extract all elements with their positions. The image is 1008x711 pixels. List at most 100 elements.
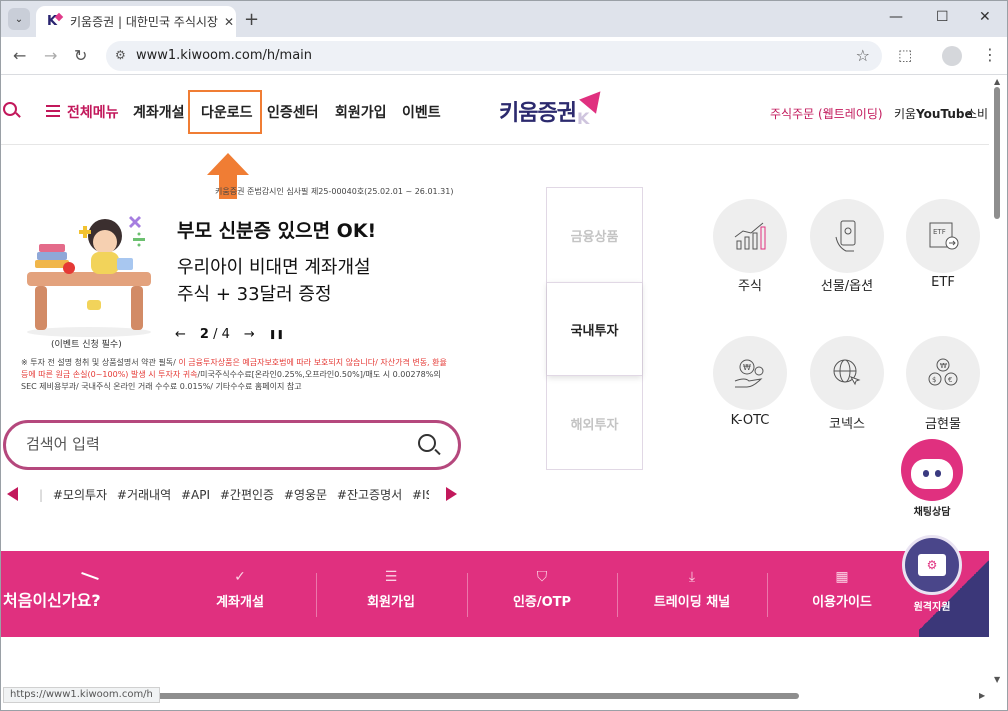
- search-icon[interactable]: [3, 102, 17, 116]
- quick-menu-band: 처음이신가요? ✓ 계좌개설 ☰ 회원가입 ⛉ 인증/OTP ⤓ 트레이딩 채널: [1, 551, 991, 637]
- nav-signup[interactable]: 회원가입: [335, 102, 387, 122]
- quick-account-open[interactable]: ✓ 계좌개설: [165, 569, 315, 619]
- scroll-right-icon[interactable]: ▶: [979, 691, 985, 700]
- tag-next-icon[interactable]: [446, 487, 457, 501]
- logo-k: K: [577, 109, 590, 128]
- product-label-konex[interactable]: 코넥스: [810, 413, 884, 432]
- remote-support-icon[interactable]: ⚙: [902, 535, 962, 595]
- plus-icon[interactable]: +: [244, 9, 259, 30]
- url-text[interactable]: www1.kiwoom.com/h/main: [136, 48, 312, 63]
- close-window-icon[interactable]: ✕: [979, 9, 991, 25]
- pause-icon[interactable]: ❚❚: [269, 330, 284, 340]
- forward-icon[interactable]: →: [44, 46, 57, 65]
- search-icon[interactable]: [418, 434, 436, 452]
- nav-extra[interactable]: 소비: [966, 105, 988, 122]
- youtube-prefix: 키움: [894, 107, 917, 121]
- download-icon: ⤓: [688, 569, 696, 585]
- hashtag[interactable]: #잔고증명서: [337, 488, 402, 502]
- tab-search-icon[interactable]: ⌄: [8, 8, 30, 30]
- product-label-gold[interactable]: 금현물: [906, 413, 980, 432]
- more-icon[interactable]: ⋮: [982, 45, 998, 64]
- coins-icon: ₩ $ €: [928, 358, 958, 386]
- kiwoom-logo[interactable]: 키움증권: [499, 95, 577, 127]
- product-tabs: 금융상품 국내투자 해외투자: [546, 187, 643, 470]
- page-total: / 4: [213, 327, 230, 342]
- etf-doc-icon[interactable]: ETF: [906, 199, 980, 273]
- product-label-kotc[interactable]: K-OTC: [713, 413, 787, 428]
- tab-domestic-invest[interactable]: 국내투자: [547, 282, 642, 376]
- hashtag[interactable]: #API: [181, 488, 210, 502]
- quick-label: 인증/OTP: [512, 595, 572, 610]
- all-menu-button[interactable]: 전체메뉴: [67, 102, 119, 122]
- scroll-down-icon[interactable]: ▼: [994, 675, 1000, 684]
- nav-cert-center[interactable]: 인증센터: [267, 102, 319, 122]
- quick-cert-otp[interactable]: ⛉ 인증/OTP: [467, 569, 617, 619]
- vertical-scrollbar[interactable]: ▲ ▼: [989, 75, 1007, 689]
- quick-label: 회원가입: [367, 595, 415, 610]
- maximize-icon[interactable]: ☐: [936, 9, 949, 25]
- mobile-hand-icon: [835, 220, 856, 252]
- hashtag[interactable]: #모의투자: [53, 488, 107, 502]
- chatbot-label[interactable]: 채팅상담: [901, 503, 963, 518]
- tab-financial-products[interactable]: 금융상품: [547, 188, 642, 282]
- reload-icon[interactable]: ↻: [74, 46, 87, 65]
- tag-prev-icon[interactable]: [7, 487, 18, 501]
- hero-subtitle-2[interactable]: 주식 + 33달러 증정: [177, 280, 332, 306]
- extensions-icon[interactable]: ⬚: [898, 46, 912, 64]
- hashtag[interactable]: #간편인증: [220, 488, 274, 502]
- web-trading-link[interactable]: 주식주문 (웹트레이딩): [770, 105, 883, 122]
- star-icon[interactable]: ☆: [856, 46, 870, 65]
- hashtag[interactable]: #거래내역: [117, 488, 171, 502]
- stock-chart-icon[interactable]: [713, 199, 787, 273]
- list-icon: ☰: [384, 569, 398, 585]
- vertical-scroll-thumb[interactable]: [994, 87, 1000, 219]
- product-label-stock[interactable]: 주식: [713, 275, 787, 294]
- mobile-hand-icon[interactable]: [810, 199, 884, 273]
- product-label-etf[interactable]: ETF: [906, 275, 980, 290]
- next-arrow-icon[interactable]: →: [244, 327, 255, 342]
- coins-icon[interactable]: ₩ $ €: [906, 336, 980, 410]
- browser-toolbar: ← → ↻ ⚙ www1.kiwoom.com/h/main ☆ ⬚ ⋮: [1, 37, 1007, 75]
- search-input[interactable]: [26, 435, 386, 453]
- shield-icon: ⛉: [536, 569, 548, 585]
- svg-text:€: €: [948, 376, 952, 384]
- hero-caption: (이벤트 신청 필수): [51, 340, 122, 350]
- site-info-icon[interactable]: ⚙: [115, 48, 126, 62]
- address-bar[interactable]: ⚙ www1.kiwoom.com/h/main ☆: [106, 41, 882, 71]
- browser-tab[interactable]: K 키움증권 | 대한민국 주식시장 ✕: [36, 6, 236, 37]
- won-hand-icon[interactable]: ₩: [713, 336, 787, 410]
- close-icon[interactable]: ✕: [224, 15, 234, 29]
- profile-icon[interactable]: [942, 46, 962, 66]
- back-icon[interactable]: ←: [13, 46, 26, 65]
- hamburger-icon[interactable]: [46, 105, 60, 117]
- remote-support-label[interactable]: 원격지원: [901, 598, 963, 613]
- youtube-text: YouTube: [916, 107, 973, 121]
- globe-cursor-icon[interactable]: [810, 336, 884, 410]
- svg-text:₩: ₩: [743, 363, 751, 372]
- status-url: https://www1.kiwoom.com/h: [3, 687, 160, 703]
- prev-arrow-icon[interactable]: ←: [175, 327, 186, 342]
- scroll-up-icon[interactable]: ▲: [994, 77, 1000, 86]
- quick-trading-channel[interactable]: ⤓ 트레이딩 채널: [617, 569, 767, 619]
- quick-user-guide[interactable]: ▦ 이용가이드: [767, 569, 917, 619]
- won-hand-icon: ₩: [734, 359, 764, 388]
- youtube-link[interactable]: 키움YouTube: [894, 105, 973, 122]
- hero-title[interactable]: 부모 신분증 있으면 OK!: [177, 216, 376, 243]
- disclaimer-text-1: ※ 투자 전 설명 청취 및 상품설명서 약관 필독/: [21, 358, 179, 367]
- globe-cursor-icon: [833, 359, 861, 386]
- global-nav: 전체메뉴 계좌개설 다운로드 인증센터 회원가입 이벤트 키움증권 K 주식주문…: [1, 75, 991, 145]
- quick-label: 트레이딩 채널: [653, 595, 731, 610]
- tab-overseas-invest[interactable]: 해외투자: [547, 376, 642, 470]
- svg-text:ETF: ETF: [933, 228, 946, 236]
- hashtag[interactable]: #영웅문: [284, 488, 327, 502]
- chatbot-icon[interactable]: [901, 439, 963, 501]
- nav-account-open[interactable]: 계좌개설: [133, 102, 185, 122]
- hashtag-list: | #모의투자 #거래내역 #API #간편인증 #영웅문 #잔고증명서 #IS…: [39, 486, 429, 504]
- grid-icon: ▦: [835, 569, 849, 585]
- product-label-futures[interactable]: 선물/옵션: [810, 275, 884, 294]
- hashtag[interactable]: #IS/: [412, 488, 429, 502]
- minimize-icon[interactable]: —: [889, 9, 903, 25]
- quick-signup[interactable]: ☰ 회원가입: [316, 569, 466, 619]
- nav-event[interactable]: 이벤트: [402, 102, 441, 122]
- hero-subtitle-1[interactable]: 우리아이 비대면 계좌개설: [177, 253, 371, 279]
